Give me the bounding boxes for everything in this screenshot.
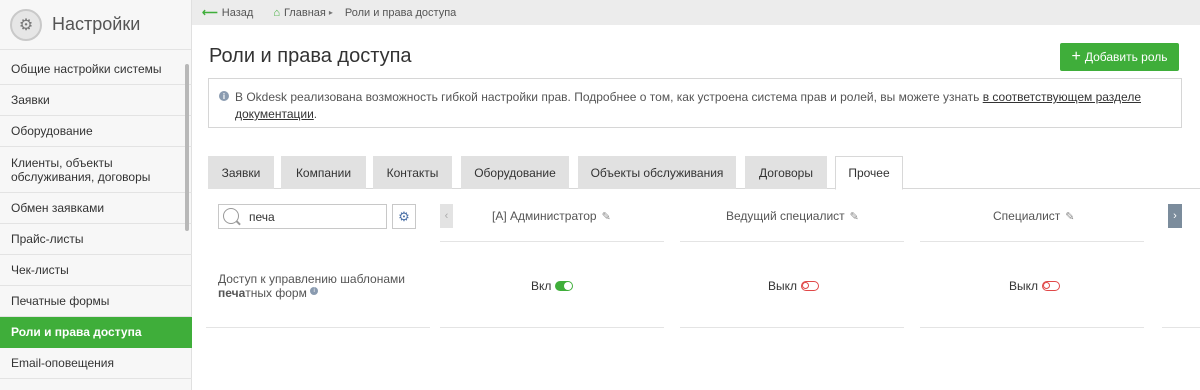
tab-contracts[interactable]: Договоры bbox=[745, 156, 827, 189]
divider bbox=[440, 241, 664, 242]
edit-icon[interactable]: ✎ bbox=[602, 210, 611, 223]
search-input[interactable] bbox=[249, 208, 379, 226]
scroll-left-button[interactable]: ‹ bbox=[440, 204, 453, 228]
sidebar-menu: Общие настройки системы Заявки Оборудова… bbox=[0, 54, 192, 379]
edit-icon[interactable]: ✎ bbox=[1065, 210, 1074, 223]
tab-bar: Заявки Компании Контакты Оборудование Об… bbox=[208, 156, 1200, 190]
role-name: Ведущий специалист bbox=[726, 209, 845, 223]
add-role-label: Добавить роль bbox=[1084, 50, 1168, 64]
search-settings-icon[interactable]: ⚙ bbox=[392, 204, 416, 229]
divider bbox=[440, 327, 664, 328]
sidebar-item-checklists[interactable]: Чек-листы bbox=[0, 255, 192, 286]
tab-other[interactable]: Прочее bbox=[835, 156, 903, 190]
sidebar-item-equipment[interactable]: Оборудование bbox=[0, 116, 192, 147]
permission-label: Доступ к управлению шаблонами печатных ф… bbox=[218, 272, 418, 300]
back-arrow-icon: ⟵ bbox=[202, 7, 218, 19]
sidebar-header: ⚙ Настройки bbox=[0, 0, 191, 50]
sidebar-item-tickets[interactable]: Заявки bbox=[0, 85, 192, 116]
search-field[interactable] bbox=[218, 204, 387, 229]
role-header-admin: [A] Администратор ✎ bbox=[492, 209, 611, 223]
sidebar-item-print-forms[interactable]: Печатные формы bbox=[0, 286, 192, 317]
home-link[interactable]: Главная bbox=[284, 7, 326, 19]
sidebar-item-clients[interactable]: Клиенты, объекты обслуживания, договоры bbox=[0, 147, 192, 193]
permission-label-highlight: печа bbox=[218, 286, 246, 300]
breadcrumb: ⟵ Назад ⌂ Главная ▸ Роли и права доступа bbox=[192, 0, 1200, 25]
scroll-right-button[interactable]: › bbox=[1168, 204, 1182, 228]
state-label: Вкл bbox=[531, 279, 552, 293]
sidebar-scrollbar[interactable] bbox=[185, 64, 189, 231]
role-name: [A] Администратор bbox=[492, 209, 597, 223]
state-label: Выкл bbox=[1009, 279, 1039, 293]
docs-link-cont[interactable]: документации bbox=[235, 107, 314, 121]
toggle-on[interactable] bbox=[555, 281, 574, 291]
tab-equipment[interactable]: Оборудование bbox=[461, 156, 569, 189]
info-icon: i bbox=[310, 287, 319, 295]
sidebar-item-roles[interactable]: Роли и права доступа bbox=[0, 317, 192, 348]
add-role-button[interactable]: + Добавить роль bbox=[1060, 43, 1179, 71]
tab-companies[interactable]: Компании bbox=[281, 156, 366, 189]
permission-state-admin: Вкл bbox=[531, 279, 574, 293]
permission-label-prefix: Доступ к управлению шаблонами bbox=[218, 272, 405, 286]
toggle-off[interactable] bbox=[1042, 281, 1061, 291]
breadcrumb-current: Роли и права доступа bbox=[344, 6, 457, 19]
tab-contacts[interactable]: Контакты bbox=[373, 156, 452, 189]
divider bbox=[680, 241, 904, 242]
plus-icon: + bbox=[1071, 48, 1081, 65]
divider bbox=[206, 327, 430, 328]
main-panel: Роли и права доступа + Добавить роль i В… bbox=[192, 25, 1200, 390]
info-end: . bbox=[313, 107, 318, 121]
sidebar-item-email[interactable]: Email-оповещения bbox=[0, 348, 192, 379]
home-icon: ⌂ bbox=[273, 6, 280, 19]
gear-icon: ⚙ bbox=[10, 8, 42, 41]
chevron-right-icon: ▸ bbox=[328, 8, 333, 17]
docs-link[interactable]: в соответствующем разделе bbox=[983, 90, 1141, 104]
permission-state-specialist: Выкл bbox=[1009, 279, 1061, 293]
role-name: Специалист bbox=[993, 209, 1061, 223]
sidebar-title: Настройки bbox=[52, 14, 141, 34]
back-link[interactable]: Назад bbox=[222, 7, 254, 19]
info-text: В Okdesk реализована возможность гибкой … bbox=[235, 90, 983, 104]
permission-state-lead: Выкл bbox=[768, 279, 820, 293]
tab-tickets[interactable]: Заявки bbox=[208, 156, 274, 189]
page-title: Роли и права доступа bbox=[209, 45, 412, 67]
divider bbox=[920, 241, 1144, 242]
divider bbox=[680, 327, 904, 328]
sidebar-item-price-lists[interactable]: Прайс-листы bbox=[0, 224, 192, 255]
role-header-specialist: Специалист ✎ bbox=[993, 209, 1075, 223]
divider bbox=[1162, 327, 1200, 328]
toggle-off[interactable] bbox=[801, 281, 820, 291]
permission-label-suffix: тных форм bbox=[245, 286, 307, 300]
tab-service-objects[interactable]: Объекты обслуживания bbox=[578, 156, 736, 189]
divider bbox=[920, 327, 1144, 328]
state-label: Выкл bbox=[768, 279, 798, 293]
info-icon: i bbox=[219, 91, 229, 101]
sidebar-item-general[interactable]: Общие настройки системы bbox=[0, 54, 192, 85]
sidebar: ⚙ Настройки Общие настройки системы Заяв… bbox=[0, 0, 192, 390]
role-header-lead: Ведущий специалист ✎ bbox=[726, 209, 859, 223]
edit-icon[interactable]: ✎ bbox=[850, 210, 859, 223]
search-icon bbox=[223, 208, 239, 224]
info-box: i В Okdesk реализована возможность гибко… bbox=[208, 78, 1182, 128]
sidebar-item-ticket-exchange[interactable]: Обмен заявками bbox=[0, 193, 192, 224]
